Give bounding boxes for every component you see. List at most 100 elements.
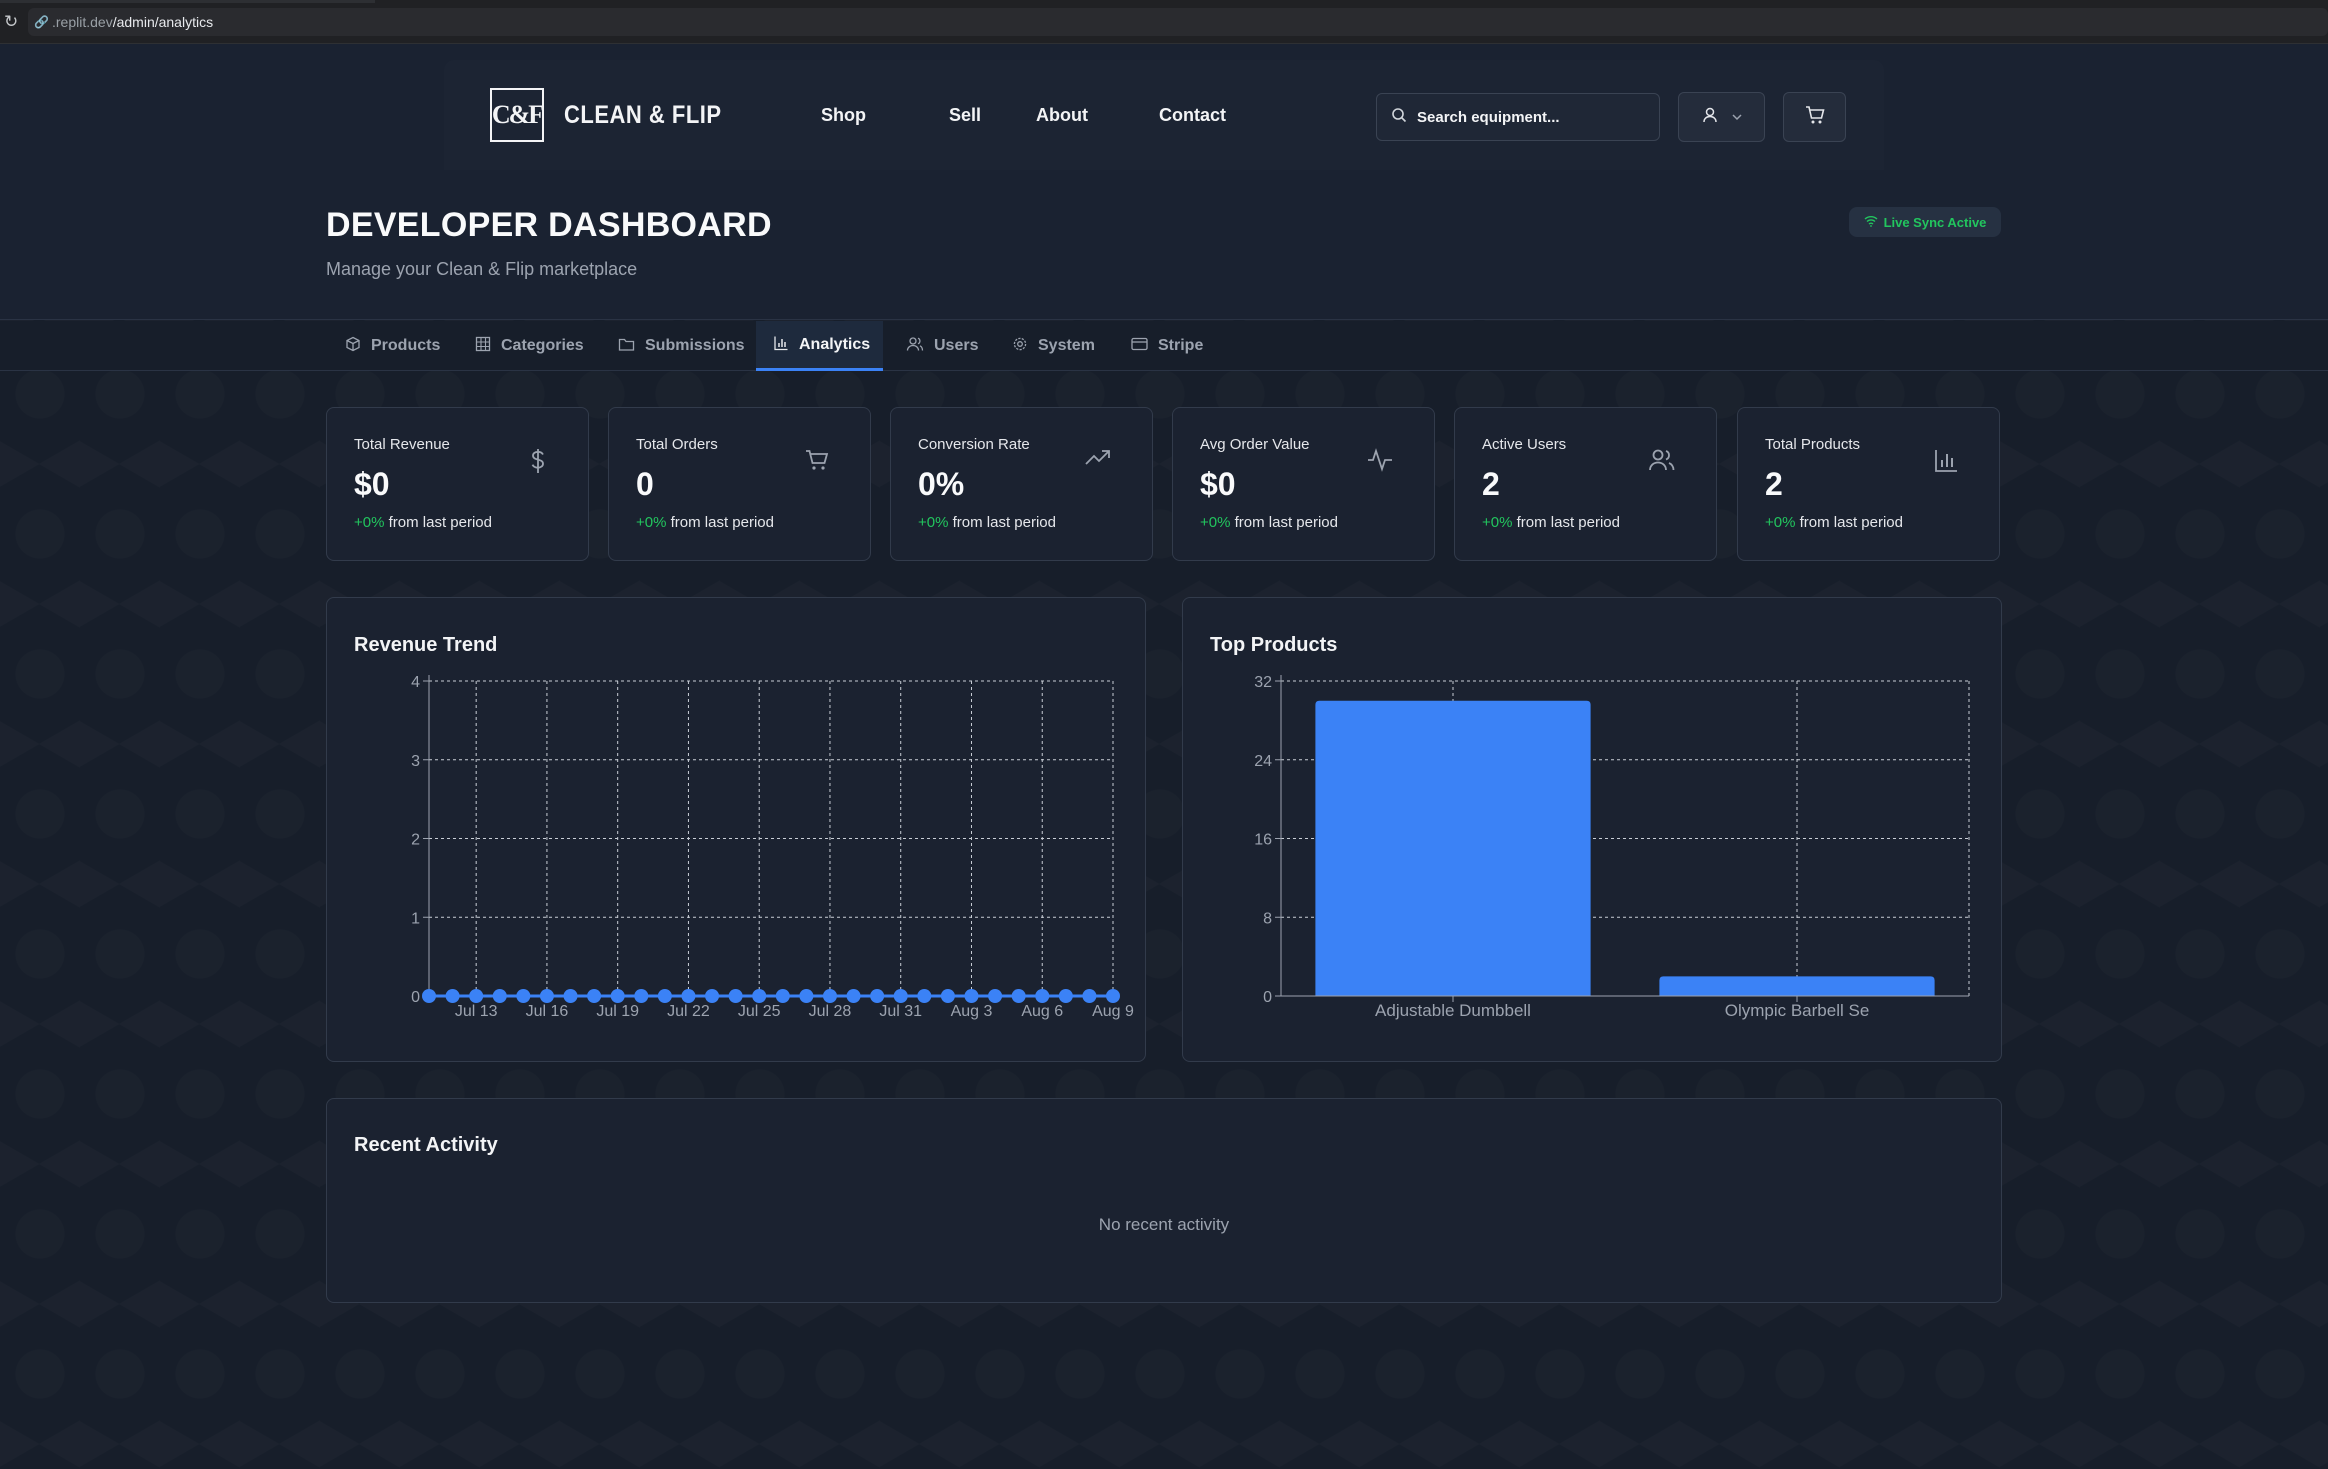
- bar: [1315, 700, 1591, 996]
- data-point: [563, 989, 578, 1003]
- page-title: DEVELOPER DASHBOARD: [326, 206, 772, 244]
- y-tick-label: 0: [411, 989, 420, 1006]
- brand-name: CLEAN & FLIP: [564, 100, 722, 129]
- stat-change-suffix: from last period: [1512, 514, 1620, 531]
- x-tick-label: Aug 3: [951, 1003, 993, 1020]
- revenue-line-chart: 0 1 2 3 4 Jul 13 Jul 16 Jul 19 Jul 22 Jul 25 Jul 2…: [411, 674, 1134, 1020]
- tab-label: Submissions: [645, 337, 745, 354]
- data-point: [917, 989, 932, 1003]
- data-point: [516, 989, 531, 1003]
- stat-label: Conversion Rate: [918, 436, 1030, 453]
- x-tick-label: Jul 13: [455, 1003, 498, 1020]
- data-point: [940, 989, 955, 1003]
- nav-link-shop[interactable]: Shop: [821, 105, 866, 126]
- tab-stripe[interactable]: Stripe: [1131, 321, 1203, 371]
- data-point: [893, 989, 908, 1003]
- data-point: [775, 989, 790, 1003]
- data-point: [610, 989, 625, 1003]
- address-bar[interactable]: 🔗 .replit.dev/admin/analytics: [28, 8, 2328, 36]
- data-point: [587, 989, 602, 1003]
- package-icon: [345, 336, 361, 356]
- url-path: /admin/analytics: [112, 14, 214, 30]
- activity-icon: [1366, 448, 1394, 478]
- gear-icon: [1012, 336, 1028, 356]
- x-tick-label: Jul 31: [879, 1003, 922, 1020]
- x-tick-label: Aug 6: [1021, 1003, 1063, 1020]
- data-point: [1058, 989, 1073, 1003]
- y-tick-label: 16: [1254, 832, 1272, 849]
- top-products-panel: Top Products 0 8 16 24 32 Adjustable Dumbbell…: [1182, 597, 2002, 1062]
- bar-chart-icon: [773, 335, 789, 355]
- stat-card-total-orders: Total Orders 0 +0% from last period: [608, 407, 871, 561]
- y-tick-label: 1: [411, 910, 420, 927]
- tab-label: Products: [371, 337, 441, 354]
- stat-value: 0: [636, 466, 654, 502]
- credit-card-icon: [1131, 337, 1148, 355]
- stat-card-total-products: Total Products 2 +0% from last period: [1737, 407, 2000, 561]
- stat-change: +0% from last period: [1200, 514, 1338, 531]
- stat-change-suffix: from last period: [666, 514, 774, 531]
- bar: [1659, 976, 1935, 996]
- tab-categories[interactable]: Categories: [475, 321, 584, 371]
- data-point: [539, 989, 554, 1003]
- tab-analytics[interactable]: Analytics: [756, 321, 883, 371]
- panel-title: Recent Activity: [354, 1134, 498, 1156]
- link-icon: 🔗: [34, 15, 49, 29]
- tab-products[interactable]: Products: [345, 321, 440, 371]
- stat-label: Active Users: [1482, 436, 1567, 453]
- tab-submissions[interactable]: Submissions: [618, 321, 745, 371]
- stat-change-percent: +0%: [1482, 514, 1513, 531]
- page-subtitle: Manage your Clean & Flip marketplace: [326, 259, 638, 279]
- data-point: [657, 989, 672, 1003]
- tab-label: System: [1038, 337, 1095, 354]
- user-icon: [1701, 106, 1719, 129]
- x-tick-label: Olympic Barbell Se: [1725, 1001, 1870, 1020]
- stat-card-total-revenue: Total Revenue $0 +0% from last period: [326, 407, 589, 561]
- tab-label: Categories: [501, 337, 584, 354]
- browser-toolbar: ↻ 🔗 .replit.dev/admin/analytics: [0, 0, 2328, 44]
- stat-change-suffix: from last period: [948, 514, 1056, 531]
- trending-up-icon: [1084, 448, 1112, 474]
- nav-link-contact[interactable]: Contact: [1159, 105, 1226, 126]
- stat-change-percent: +0%: [636, 514, 667, 531]
- cart-button[interactable]: [1783, 92, 1846, 142]
- stat-value: 0%: [918, 466, 965, 502]
- chevron-down-icon: [1731, 107, 1743, 128]
- stat-label: Total Revenue: [354, 436, 450, 453]
- y-tick-label: 3: [411, 753, 420, 770]
- cart-icon: [804, 448, 830, 478]
- folder-icon: [618, 337, 635, 356]
- data-point: [870, 989, 885, 1003]
- tab-users[interactable]: Users: [906, 321, 978, 371]
- reload-icon[interactable]: ↻: [4, 13, 22, 31]
- cart-icon: [1804, 104, 1826, 131]
- data-point: [705, 989, 720, 1003]
- tab-system[interactable]: System: [1012, 321, 1095, 371]
- data-point: [634, 989, 649, 1003]
- data-point: [469, 989, 484, 1003]
- tab-label: Stripe: [1158, 337, 1204, 354]
- search-placeholder: Search equipment...: [1417, 108, 1560, 126]
- stat-change: +0% from last period: [636, 514, 774, 531]
- search-icon: [1391, 107, 1407, 128]
- user-menu-button[interactable]: [1678, 92, 1765, 142]
- stat-value: $0: [354, 466, 390, 502]
- loading-bar: [0, 0, 375, 3]
- y-tick-label: 4: [411, 674, 420, 691]
- data-point: [799, 989, 814, 1003]
- users-icon: [1648, 448, 1676, 478]
- stat-label: Avg Order Value: [1200, 436, 1310, 453]
- y-tick-label: 8: [1263, 910, 1272, 927]
- data-point: [964, 989, 979, 1003]
- stat-label: Total Products: [1765, 436, 1861, 453]
- data-point: [728, 989, 743, 1003]
- nav-link-sell[interactable]: Sell: [949, 105, 981, 126]
- url-host: .replit.dev: [52, 14, 113, 30]
- data-point: [681, 989, 696, 1003]
- brand-logo[interactable]: C&F CLEAN & FLIP: [490, 88, 722, 142]
- search-input[interactable]: Search equipment...: [1376, 93, 1660, 141]
- tab-label: Users: [934, 337, 979, 354]
- y-tick-label: 0: [1263, 989, 1272, 1006]
- stat-change: +0% from last period: [1482, 514, 1620, 531]
- nav-link-about[interactable]: About: [1036, 105, 1088, 126]
